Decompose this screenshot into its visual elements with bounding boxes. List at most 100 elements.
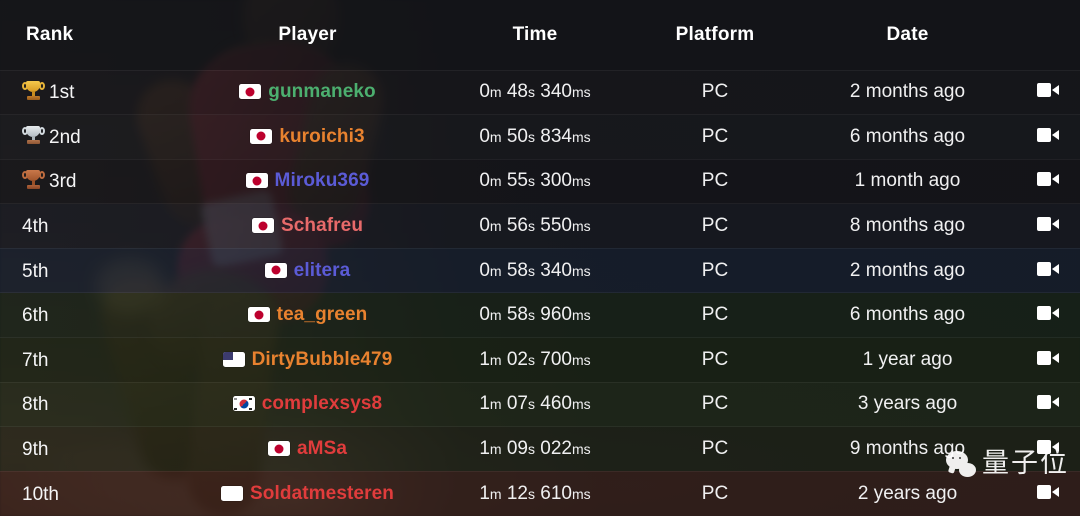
time-minutes: 1 [479, 393, 490, 415]
table-row[interactable]: 5th elitera 0m 58s 340ms PC 2 months ago [0, 247, 1080, 293]
time-millis-unit: ms [571, 218, 591, 235]
cell-player: Soldatmesteren [175, 470, 440, 516]
column-header-date[interactable]: Date [800, 0, 1015, 70]
cell-player: elitera [175, 247, 440, 293]
time-seconds-unit: s [528, 396, 535, 413]
column-header-player[interactable]: Player [175, 0, 440, 70]
video-icon[interactable] [1036, 350, 1059, 365]
column-header-platform[interactable]: Platform [630, 0, 800, 70]
cell-platform: PC [630, 114, 800, 160]
player-name-link[interactable]: Miroku369 [275, 170, 370, 191]
flag-japan-icon [264, 262, 287, 278]
flag-south-korea-icon [232, 396, 255, 412]
video-icon[interactable] [1036, 83, 1059, 98]
table-row[interactable]: 4th Schafreu 0m 56s 550ms PC 8 months ago [0, 203, 1080, 249]
cell-platform: PC [630, 158, 800, 204]
cell-video[interactable] [1015, 247, 1080, 293]
cell-video[interactable] [1015, 337, 1080, 383]
video-icon[interactable] [1036, 440, 1059, 455]
cell-time: 0m 58s 960ms [440, 292, 630, 338]
time-millis: 022 [540, 438, 572, 460]
time-minutes: 1 [479, 482, 490, 504]
cell-player: complexsys8 [175, 381, 440, 427]
time-minutes-unit: m [489, 485, 502, 502]
cell-time: 0m 55s 300ms [440, 158, 630, 204]
cell-platform: PC [630, 426, 800, 472]
time-minutes-unit: m [489, 307, 502, 324]
cell-platform: PC [630, 247, 800, 293]
video-icon[interactable] [1036, 484, 1059, 499]
player-name-link[interactable]: kuroichi3 [279, 126, 364, 147]
time-millis-unit: ms [571, 84, 591, 101]
table-row[interactable]: 9th aMSa 1m 09s 022ms PC 9 months ago [0, 426, 1080, 472]
cell-video[interactable] [1015, 381, 1080, 427]
cell-date: 6 months ago [800, 292, 1015, 338]
table-row[interactable]: 8th complexsys8 1m 07s 460ms PC 3 years ago [0, 381, 1080, 427]
time-millis-unit: ms [571, 351, 591, 368]
cell-video[interactable] [1015, 292, 1080, 338]
cell-rank: 4th [0, 203, 175, 249]
time-seconds-unit: s [528, 262, 535, 279]
rank-label: 10th [22, 483, 59, 505]
cell-video[interactable] [1015, 470, 1080, 516]
cell-video[interactable] [1015, 203, 1080, 249]
leaderboard-board: Rank Player Time Platform Date 1st gunman… [0, 0, 1080, 516]
time-seconds: 48 [506, 81, 528, 103]
cell-video[interactable] [1015, 114, 1080, 160]
video-icon[interactable] [1036, 217, 1059, 232]
cell-time: 1m 07s 460ms [440, 381, 630, 427]
cell-video[interactable] [1015, 158, 1080, 204]
table-row[interactable]: 7th DirtyBubble479 1m 02s 700ms PC 1 year ag… [0, 337, 1080, 383]
cell-rank: 1st [0, 69, 175, 115]
column-header-video [1015, 0, 1080, 70]
cell-video[interactable] [1015, 69, 1080, 115]
player-name-link[interactable]: DirtyBubble479 [252, 349, 393, 370]
cell-video[interactable] [1015, 426, 1080, 472]
cell-player: Schafreu [175, 203, 440, 249]
cell-rank: 9th [0, 426, 175, 472]
column-header-time[interactable]: Time [440, 0, 630, 70]
table-row[interactable]: 10th Soldatmesteren 1m 12s 610ms PC 2 years … [0, 470, 1080, 516]
table-row[interactable]: 1st gunmaneko 0m 48s 340ms PC 2 months ago [0, 69, 1080, 115]
player-name-link[interactable]: complexsys8 [262, 393, 382, 414]
table-row[interactable]: 3rd Miroku369 0m 55s 300ms PC 1 month ago [0, 158, 1080, 204]
time-seconds: 07 [506, 393, 528, 415]
player-name-link[interactable]: tea_green [277, 304, 368, 325]
time-millis-unit: ms [571, 307, 591, 324]
cell-rank: 2nd [0, 114, 175, 160]
rank-label: 2nd [49, 126, 81, 148]
cell-rank: 10th [0, 470, 175, 516]
video-icon[interactable] [1036, 127, 1059, 142]
time-minutes: 1 [479, 438, 490, 460]
cell-rank: 3rd [0, 158, 175, 204]
flag-japan-icon [267, 441, 290, 457]
time-seconds-unit: s [528, 128, 535, 145]
video-icon[interactable] [1036, 306, 1059, 321]
cell-date: 1 month ago [800, 158, 1015, 204]
video-icon[interactable] [1036, 172, 1059, 187]
cell-player: DirtyBubble479 [175, 337, 440, 383]
player-name-link[interactable]: Schafreu [281, 215, 363, 236]
time-seconds: 50 [506, 125, 528, 147]
table-row[interactable]: 6th tea_green 0m 58s 960ms PC 6 months ago [0, 292, 1080, 338]
cell-date: 9 months ago [800, 426, 1015, 472]
video-icon[interactable] [1036, 395, 1059, 410]
flag-japan-icon [250, 128, 273, 144]
time-millis: 700 [540, 348, 572, 370]
cell-date: 2 months ago [800, 247, 1015, 293]
column-header-rank[interactable]: Rank [0, 0, 175, 70]
time-minutes: 0 [479, 170, 490, 192]
time-minutes: 0 [479, 215, 490, 237]
time-seconds: 55 [506, 170, 528, 192]
player-name-link[interactable]: gunmaneko [268, 81, 376, 102]
rank-label: 5th [22, 260, 49, 282]
player-name-link[interactable]: aMSa [297, 438, 347, 459]
video-icon[interactable] [1036, 261, 1059, 276]
time-millis: 340 [540, 81, 572, 103]
time-minutes-unit: m [489, 441, 502, 458]
player-name-link[interactable]: Soldatmesteren [250, 483, 394, 504]
player-name-link[interactable]: elitera [294, 260, 351, 281]
table-row[interactable]: 2nd kuroichi3 0m 50s 834ms PC 6 months ago [0, 114, 1080, 160]
cell-platform: PC [630, 381, 800, 427]
time-seconds-unit: s [528, 351, 535, 368]
